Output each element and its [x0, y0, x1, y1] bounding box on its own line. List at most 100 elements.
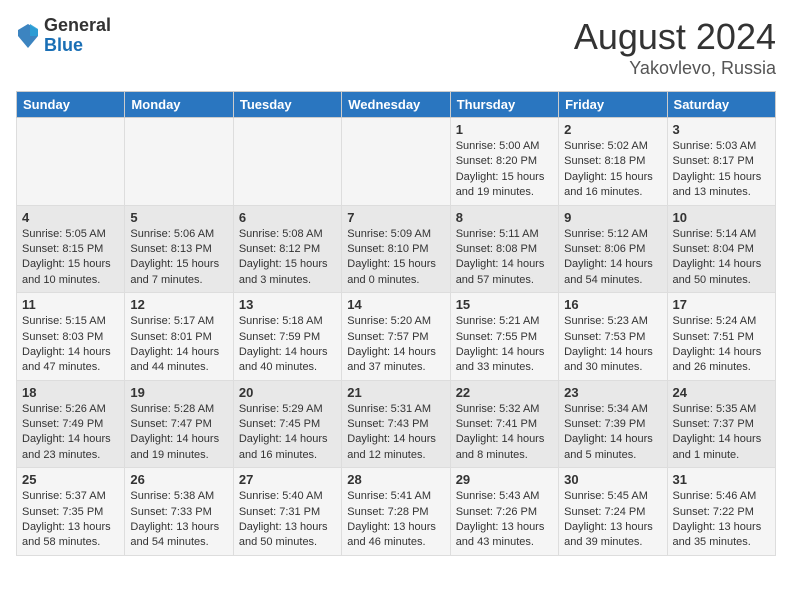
- calendar-day-cell: 25Sunrise: 5:37 AM Sunset: 7:35 PM Dayli…: [17, 468, 125, 556]
- calendar-day-cell: 12Sunrise: 5:17 AM Sunset: 8:01 PM Dayli…: [125, 293, 233, 381]
- day-info: Sunrise: 5:06 AM Sunset: 8:13 PM Dayligh…: [130, 227, 227, 289]
- day-number: 31: [673, 472, 770, 487]
- day-info: Sunrise: 5:08 AM Sunset: 8:12 PM Dayligh…: [239, 227, 336, 289]
- day-info: Sunrise: 5:38 AM Sunset: 7:33 PM Dayligh…: [130, 489, 227, 551]
- day-number: 29: [456, 472, 553, 487]
- calendar-day-cell: 19 Sunrise: 5:28 AM Sunset: 7:47 PM Dayli…: [125, 380, 233, 468]
- day-info: Sunrise: 5:43 AM Sunset: 7:26 PM Dayligh…: [456, 489, 553, 551]
- day-info: Sunrise: 5:29 AM Sunset: 7:45 PM Dayligh…: [239, 402, 336, 464]
- day-info: Sunrise: 5:37 AM Sunset: 7:35 PM Dayligh…: [22, 489, 119, 551]
- calendar-empty-cell: [233, 118, 341, 206]
- calendar-week-row: 11 Sunrise: 5:15 AM Sunset: 8:03 PM Dayli…: [17, 293, 776, 381]
- calendar-day-cell: 30 Sunrise: 5:45 AM Sunset: 7:24 PM Dayli…: [559, 468, 667, 556]
- calendar-day-cell: 7 Sunrise: 5:09 AM Sunset: 8:10 PM Daylig…: [342, 205, 450, 293]
- day-number: 16: [564, 297, 661, 312]
- day-number: 19: [130, 385, 227, 400]
- day-number: 12: [130, 297, 227, 312]
- calendar-day-cell: 17 Sunrise: 5:24 AM Sunset: 7:51 PM Dayli…: [667, 293, 775, 381]
- header-wednesday: Wednesday: [342, 92, 450, 118]
- day-number: 5: [130, 210, 227, 225]
- day-info: Sunrise: 5:21 AM Sunset: 7:55 PM Dayligh…: [456, 314, 553, 376]
- day-number: 10: [673, 210, 770, 225]
- calendar-empty-cell: [17, 118, 125, 206]
- day-info: Sunrise: 5:03 AM Sunset: 8:17 PM Dayligh…: [673, 139, 770, 201]
- page-header: General Blue August 2024 Yakovlevo, Russ…: [16, 16, 776, 79]
- calendar-week-row: 4 Sunrise: 5:05 AM Sunset: 8:15 PM Daylig…: [17, 205, 776, 293]
- day-info: Sunrise: 5:41 AM Sunset: 7:28 PM Dayligh…: [347, 489, 444, 551]
- calendar-day-cell: 24Sunrise: 5:35 AM Sunset: 7:37 PM Dayli…: [667, 380, 775, 468]
- header-thursday: Thursday: [450, 92, 558, 118]
- day-info: Sunrise: 5:09 AM Sunset: 8:10 PM Dayligh…: [347, 227, 444, 289]
- calendar-day-cell: 13 Sunrise: 5:18 AM Sunset: 7:59 PM Dayli…: [233, 293, 341, 381]
- logo-general-text: General: [44, 16, 111, 36]
- day-info: Sunrise: 5:24 AM Sunset: 7:51 PM Dayligh…: [673, 314, 770, 376]
- calendar-day-cell: 1 Sunrise: 5:00 AM Sunset: 8:20 PM Daylig…: [450, 118, 558, 206]
- day-info: Sunrise: 5:26 AM Sunset: 7:49 PM Dayligh…: [22, 402, 119, 464]
- calendar-day-cell: 2 Sunrise: 5:02 AM Sunset: 8:18 PM Daylig…: [559, 118, 667, 206]
- day-number: 14: [347, 297, 444, 312]
- calendar-day-cell: 23 Sunrise: 5:34 AM Sunset: 7:39 PM Dayli…: [559, 380, 667, 468]
- day-info: Sunrise: 5:05 AM Sunset: 8:15 PM Dayligh…: [22, 227, 119, 289]
- header-sunday: Sunday: [17, 92, 125, 118]
- day-number: 23: [564, 385, 661, 400]
- calendar-day-cell: 3Sunrise: 5:03 AM Sunset: 8:17 PM Daylig…: [667, 118, 775, 206]
- day-number: 2: [564, 122, 661, 137]
- calendar-day-cell: 11 Sunrise: 5:15 AM Sunset: 8:03 PM Dayli…: [17, 293, 125, 381]
- day-info: Sunrise: 5:00 AM Sunset: 8:20 PM Dayligh…: [456, 139, 553, 201]
- day-info: Sunrise: 5:46 AM Sunset: 7:22 PM Dayligh…: [673, 489, 770, 551]
- calendar-day-cell: 29 Sunrise: 5:43 AM Sunset: 7:26 PM Dayli…: [450, 468, 558, 556]
- day-number: 8: [456, 210, 553, 225]
- logo-icon: [16, 22, 40, 50]
- day-number: 6: [239, 210, 336, 225]
- day-info: Sunrise: 5:35 AM Sunset: 7:37 PM Dayligh…: [673, 402, 770, 464]
- day-info: Sunrise: 5:15 AM Sunset: 8:03 PM Dayligh…: [22, 314, 119, 376]
- header-tuesday: Tuesday: [233, 92, 341, 118]
- title-block: August 2024 Yakovlevo, Russia: [574, 16, 776, 79]
- calendar-week-row: 1 Sunrise: 5:00 AM Sunset: 8:20 PM Daylig…: [17, 118, 776, 206]
- day-info: Sunrise: 5:02 AM Sunset: 8:18 PM Dayligh…: [564, 139, 661, 201]
- day-number: 21: [347, 385, 444, 400]
- day-info: Sunrise: 5:32 AM Sunset: 7:41 PM Dayligh…: [456, 402, 553, 464]
- calendar-day-cell: 9Sunrise: 5:12 AM Sunset: 8:06 PM Daylig…: [559, 205, 667, 293]
- header-monday: Monday: [125, 92, 233, 118]
- calendar-day-cell: 21 Sunrise: 5:31 AM Sunset: 7:43 PM Dayli…: [342, 380, 450, 468]
- day-number: 20: [239, 385, 336, 400]
- day-info: Sunrise: 5:40 AM Sunset: 7:31 PM Dayligh…: [239, 489, 336, 551]
- day-number: 4: [22, 210, 119, 225]
- day-info: Sunrise: 5:20 AM Sunset: 7:57 PM Dayligh…: [347, 314, 444, 376]
- day-info: Sunrise: 5:34 AM Sunset: 7:39 PM Dayligh…: [564, 402, 661, 464]
- day-info: Sunrise: 5:28 AM Sunset: 7:47 PM Dayligh…: [130, 402, 227, 464]
- day-info: Sunrise: 5:18 AM Sunset: 7:59 PM Dayligh…: [239, 314, 336, 376]
- day-info: Sunrise: 5:31 AM Sunset: 7:43 PM Dayligh…: [347, 402, 444, 464]
- calendar-day-cell: 22Sunrise: 5:32 AM Sunset: 7:41 PM Dayli…: [450, 380, 558, 468]
- calendar-week-row: 18 Sunrise: 5:26 AM Sunset: 7:49 PM Dayli…: [17, 380, 776, 468]
- day-number: 11: [22, 297, 119, 312]
- header-friday: Friday: [559, 92, 667, 118]
- calendar-day-cell: 6 Sunrise: 5:08 AM Sunset: 8:12 PM Daylig…: [233, 205, 341, 293]
- day-number: 7: [347, 210, 444, 225]
- day-number: 18: [22, 385, 119, 400]
- calendar-day-cell: 4 Sunrise: 5:05 AM Sunset: 8:15 PM Daylig…: [17, 205, 125, 293]
- calendar-header-row: SundayMondayTuesdayWednesdayThursdayFrid…: [17, 92, 776, 118]
- calendar-day-cell: 14 Sunrise: 5:20 AM Sunset: 7:57 PM Dayli…: [342, 293, 450, 381]
- calendar-empty-cell: [125, 118, 233, 206]
- day-number: 15: [456, 297, 553, 312]
- day-number: 26: [130, 472, 227, 487]
- day-info: Sunrise: 5:14 AM Sunset: 8:04 PM Dayligh…: [673, 227, 770, 289]
- day-number: 17: [673, 297, 770, 312]
- calendar-day-cell: 20 Sunrise: 5:29 AM Sunset: 7:45 PM Dayli…: [233, 380, 341, 468]
- day-number: 28: [347, 472, 444, 487]
- calendar-day-cell: 18 Sunrise: 5:26 AM Sunset: 7:49 PM Dayli…: [17, 380, 125, 468]
- calendar-day-cell: 16 Sunrise: 5:23 AM Sunset: 7:53 PM Dayli…: [559, 293, 667, 381]
- day-info: Sunrise: 5:45 AM Sunset: 7:24 PM Dayligh…: [564, 489, 661, 551]
- day-number: 1: [456, 122, 553, 137]
- location-title: Yakovlevo, Russia: [574, 58, 776, 79]
- calendar-day-cell: 15 Sunrise: 5:21 AM Sunset: 7:55 PM Dayli…: [450, 293, 558, 381]
- day-number: 27: [239, 472, 336, 487]
- calendar-day-cell: 8Sunrise: 5:11 AM Sunset: 8:08 PM Daylig…: [450, 205, 558, 293]
- day-info: Sunrise: 5:12 AM Sunset: 8:06 PM Dayligh…: [564, 227, 661, 289]
- day-number: 30: [564, 472, 661, 487]
- day-number: 13: [239, 297, 336, 312]
- logo-blue-text: Blue: [44, 36, 111, 56]
- day-info: Sunrise: 5:23 AM Sunset: 7:53 PM Dayligh…: [564, 314, 661, 376]
